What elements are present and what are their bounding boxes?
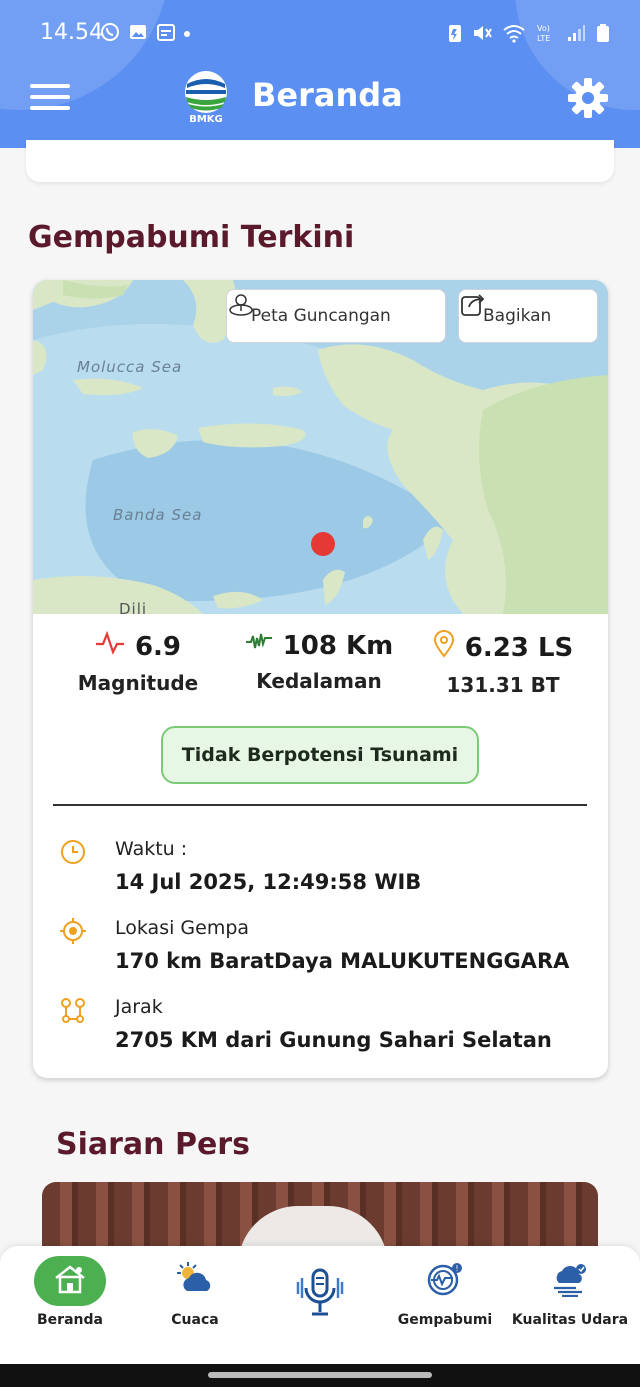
distance-label: Jarak — [115, 996, 163, 1018]
shake-map-button[interactable]: Peta Guncangan — [226, 289, 446, 343]
bottom-navigation: Beranda Cuaca ! Gempabumi Kualitas Udara — [0, 1246, 640, 1364]
mute-icon — [472, 23, 492, 47]
divider — [53, 804, 587, 806]
depth-stat: 108 Km Kedalaman — [233, 630, 405, 693]
system-gesture-bar — [0, 1364, 640, 1387]
nav-item-gempabumi[interactable]: ! Gempabumi — [381, 1256, 509, 1328]
clock-icon — [59, 838, 87, 866]
location-pin-icon — [433, 630, 455, 665]
volte-icon: Vo) LTE — [536, 22, 556, 48]
nav-item-kualitas-udara[interactable]: Kualitas Udara — [506, 1256, 634, 1328]
whatsapp-icon — [100, 22, 120, 47]
nav-item-beranda[interactable]: Beranda — [6, 1256, 134, 1328]
microphone-icon — [294, 1264, 346, 1324]
section-title-earthquake: Gempabumi Terkini — [28, 220, 355, 255]
map-label: Banda Sea — [113, 506, 203, 524]
home-gesture-handle[interactable] — [208, 1372, 432, 1378]
bmkg-logo: BMKG — [183, 70, 229, 125]
battery-icon — [596, 23, 610, 47]
earthquake-card[interactable]: Molucca Sea Banda Sea Dili Peta Guncanga… — [33, 280, 608, 1078]
route-icon — [59, 996, 87, 1024]
depth-value: 108 Km — [282, 630, 394, 661]
magnitude-label: Magnitude — [77, 671, 199, 695]
signal-icon — [566, 23, 586, 47]
depth-label: Kedalaman — [256, 669, 382, 693]
time-label: Waktu : — [115, 838, 188, 860]
notification-dot — [184, 31, 190, 37]
magnitude-value: 6.9 — [134, 631, 182, 662]
previous-card — [26, 140, 614, 182]
menu-icon[interactable] — [30, 84, 70, 112]
magnitude-stat: 6.9 Magnitude — [63, 630, 213, 695]
distance-value: 2705 KM dari Gunung Sahari Selatan — [115, 1028, 552, 1052]
time-value: 14 Jul 2025, 12:49:58 WIB — [115, 870, 422, 894]
air-quality-icon — [550, 1261, 590, 1301]
share-label: Bagikan — [483, 306, 552, 326]
nav-label: Beranda — [37, 1312, 103, 1328]
gear-icon[interactable] — [566, 76, 610, 120]
share-button[interactable]: Bagikan — [458, 289, 598, 343]
svg-text:BMKG: BMKG — [189, 114, 223, 124]
latitude-value: 6.23 LS — [464, 632, 574, 663]
location-stat: 6.23 LS 131.31 BT — [423, 630, 583, 697]
nav-label: Gempabumi — [397, 1312, 493, 1328]
svg-text:LTE: LTE — [537, 34, 550, 43]
svg-text:!: ! — [455, 1264, 458, 1273]
map-label: Molucca Sea — [77, 358, 183, 376]
magnitude-icon — [95, 630, 125, 663]
target-icon — [59, 917, 87, 945]
location-label: Lokasi Gempa — [115, 917, 250, 939]
active-indicator — [34, 1256, 106, 1306]
page-title: Beranda — [252, 76, 403, 114]
earthquake-icon: ! — [425, 1261, 465, 1301]
app-header: 14.54 Vo) LTE BMKG Beranda — [0, 0, 640, 148]
nav-label: Cuaca — [171, 1312, 219, 1328]
status-time: 14.54 — [40, 20, 103, 45]
battery-saver-icon — [448, 23, 462, 47]
earthquake-map[interactable]: Molucca Sea Banda Sea Dili Peta Guncanga… — [33, 280, 608, 618]
nav-label: Kualitas Udara — [511, 1312, 629, 1328]
nav-item-voice[interactable] — [256, 1256, 384, 1338]
section-title-press: Siaran Pers — [56, 1127, 250, 1162]
nav-item-cuaca[interactable]: Cuaca — [131, 1256, 259, 1328]
epicenter-marker — [311, 532, 335, 556]
weather-icon — [175, 1261, 215, 1301]
calendar-icon — [156, 22, 176, 47]
svg-text:Vo): Vo) — [537, 24, 550, 33]
shake-map-label: Peta Guncangan — [251, 306, 391, 326]
map-label: Dili — [119, 600, 148, 618]
home-icon — [53, 1264, 87, 1298]
seismograph-icon — [245, 630, 273, 661]
tsunami-status-badge: Tidak Berpotensi Tsunami — [161, 726, 479, 784]
longitude-value: 131.31 BT — [446, 673, 560, 697]
status-bar: 14.54 Vo) LTE — [0, 0, 640, 64]
location-value: 170 km BaratDaya MALUKUTENGGARA — [115, 949, 570, 973]
gallery-icon — [128, 22, 148, 47]
wifi-icon — [502, 23, 526, 47]
